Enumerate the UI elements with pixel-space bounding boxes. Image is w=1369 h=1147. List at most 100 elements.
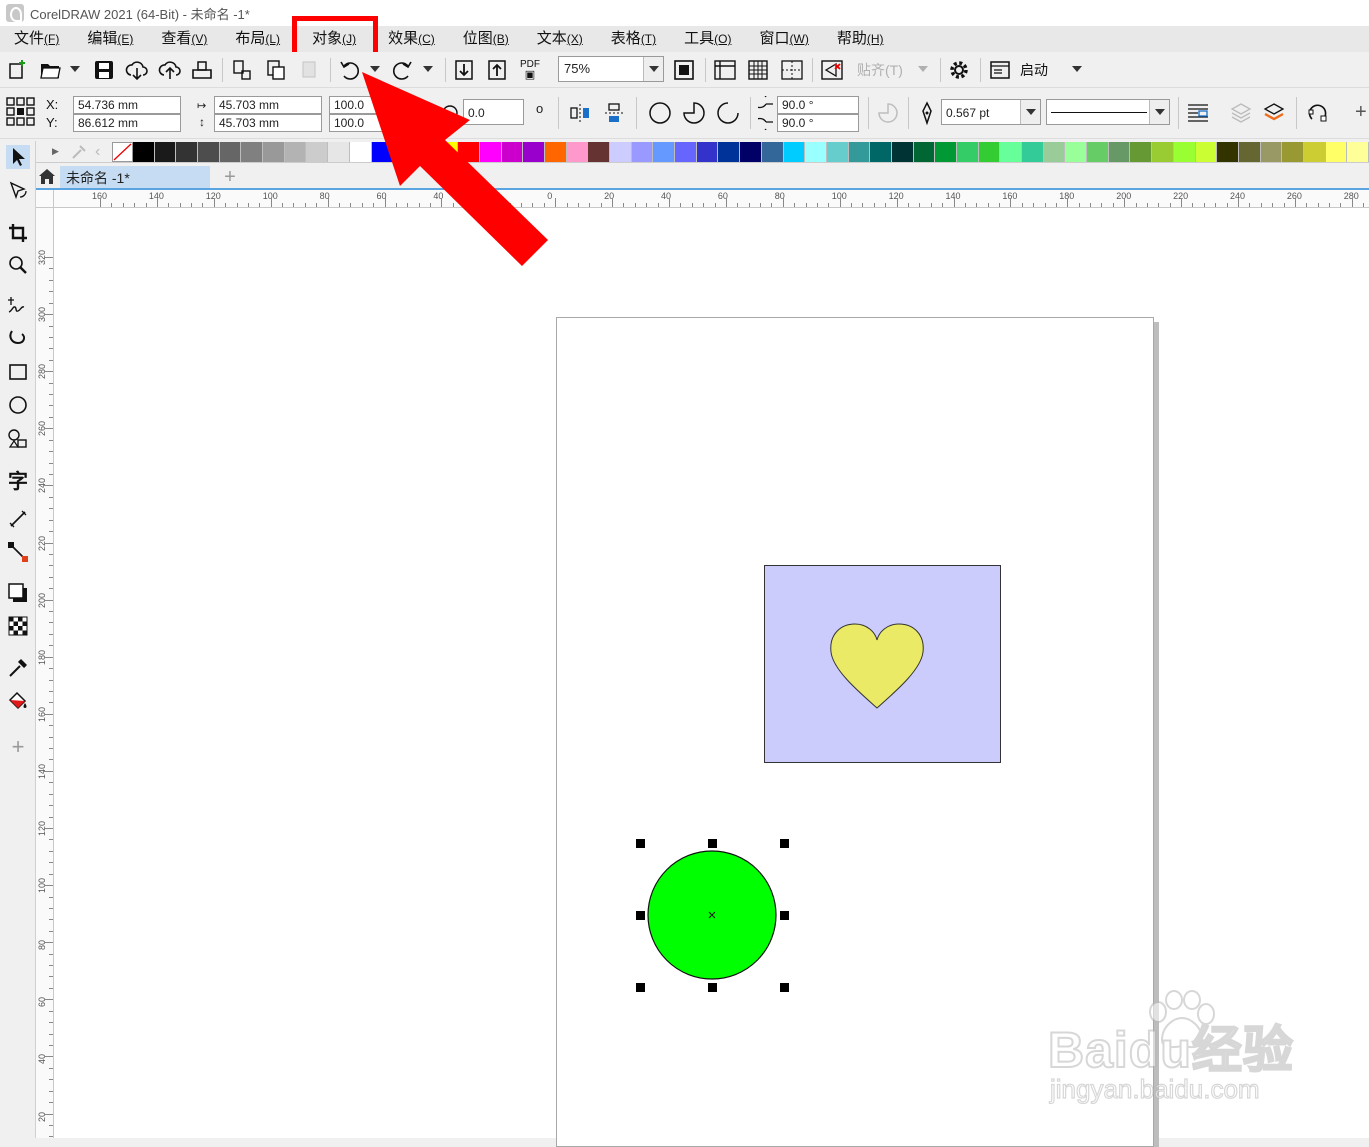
save-icon[interactable] <box>92 58 116 82</box>
launch-label[interactable]: 启动 <box>1020 60 1048 80</box>
ellipse-tool-icon[interactable] <box>6 393 30 417</box>
palette-swatch[interactable] <box>675 142 697 162</box>
menu-view[interactable]: 查看(V) <box>147 26 221 52</box>
line-style-select[interactable] <box>1046 99 1170 125</box>
palette-back-arrow-icon[interactable]: ‹ <box>95 143 100 161</box>
palette-swatch[interactable] <box>1108 142 1131 162</box>
home-icon[interactable] <box>38 168 56 185</box>
selection-handle-top-right[interactable] <box>780 839 789 848</box>
palette-swatch[interactable] <box>718 142 741 162</box>
palette-swatch[interactable] <box>761 142 784 162</box>
palette-swatch[interactable] <box>696 142 719 162</box>
mirror-vertical-icon[interactable] <box>602 101 626 125</box>
palette-swatch[interactable] <box>957 142 979 162</box>
artistic-media-tool-icon[interactable] <box>6 327 30 351</box>
pie-mode-icon[interactable] <box>682 101 706 125</box>
height-field[interactable]: 45.703 mm <box>214 114 322 132</box>
palette-scroll-arrow-icon[interactable]: ▶ <box>52 146 59 157</box>
rectangle-tool-icon[interactable] <box>6 360 30 384</box>
menu-bitmap[interactable]: 位图(B) <box>449 26 523 52</box>
selection-handle-bottom-left[interactable] <box>636 983 645 992</box>
new-document-icon[interactable] <box>6 58 30 82</box>
text-tool-icon[interactable]: 字 <box>6 467 30 493</box>
menu-window[interactable]: 窗口(W) <box>745 26 822 52</box>
palette-swatch[interactable] <box>1260 142 1283 162</box>
open-folder-icon[interactable] <box>38 58 62 82</box>
selection-handle-top[interactable] <box>708 839 717 848</box>
selection-handle-right[interactable] <box>780 911 789 920</box>
palette-swatch[interactable] <box>740 142 762 162</box>
add-tool-icon[interactable]: + <box>6 734 30 759</box>
selection-handle-left[interactable] <box>636 911 645 920</box>
palette-swatch[interactable] <box>154 142 177 162</box>
palette-swatch[interactable] <box>328 142 350 162</box>
palette-swatch[interactable] <box>610 142 632 162</box>
palette-swatch[interactable] <box>913 142 936 162</box>
palette-swatch[interactable] <box>284 142 307 162</box>
palette-swatch[interactable] <box>198 142 220 162</box>
change-direction-icon[interactable] <box>876 101 900 125</box>
palette-swatch[interactable] <box>1022 142 1044 162</box>
palette-swatch[interactable] <box>306 142 329 162</box>
wrap-text-icon[interactable] <box>1186 101 1210 125</box>
palette-swatch[interactable] <box>1173 142 1196 162</box>
palette-swatch[interactable] <box>631 142 654 162</box>
palette-swatch[interactable] <box>1087 142 1109 162</box>
export-icon[interactable] <box>264 58 288 82</box>
snap-dropdown-arrow[interactable] <box>918 66 928 72</box>
outline-width-select[interactable]: 0.567 pt <box>941 99 1041 125</box>
outline-width-dropdown-arrow[interactable] <box>1020 100 1040 124</box>
guidelines-icon[interactable] <box>780 58 804 82</box>
horizontal-ruler[interactable]: 1601401201008060402002040608010012014016… <box>54 190 1369 208</box>
palette-swatch[interactable] <box>176 142 199 162</box>
to-back-icon[interactable] <box>1229 101 1253 125</box>
selection-handle-top-left[interactable] <box>636 839 645 848</box>
palette-swatch[interactable] <box>1282 142 1304 162</box>
zoom-level-select[interactable]: 75% <box>558 56 664 82</box>
rulers-icon[interactable] <box>713 58 737 82</box>
palette-swatch[interactable] <box>848 142 871 162</box>
object-origin-icon[interactable] <box>6 97 36 130</box>
crop-tool-icon[interactable] <box>6 221 30 245</box>
menu-file[interactable]: 文件(F) <box>0 26 73 52</box>
menu-effects[interactable]: 效果(C) <box>374 26 449 52</box>
snap-to-dropdown[interactable]: 贴齐(T) <box>857 60 903 80</box>
convert-to-curves-icon[interactable] <box>1306 101 1330 125</box>
end-angle-field[interactable]: 90.0 ° <box>777 114 859 132</box>
start-angle-field[interactable]: 90.0 ° <box>777 96 859 114</box>
yellow-heart-shape[interactable] <box>829 622 925 710</box>
width-field[interactable]: 45.703 mm <box>214 96 322 114</box>
palette-swatch[interactable] <box>1000 142 1023 162</box>
palette-swatch[interactable] <box>588 142 611 162</box>
parallel-dimension-tool-icon[interactable] <box>6 507 30 531</box>
palette-swatch[interactable] <box>805 142 827 162</box>
palette-swatch[interactable] <box>1347 142 1369 162</box>
green-circle-shape[interactable] <box>646 849 778 981</box>
ruler-corner[interactable] <box>36 190 54 208</box>
menu-edit[interactable]: 编辑(E) <box>73 26 147 52</box>
polygon-tool-icon[interactable] <box>6 427 30 451</box>
to-front-icon[interactable] <box>1262 101 1286 125</box>
palette-eyedropper-icon[interactable] <box>70 143 88 164</box>
palette-swatch[interactable] <box>978 142 1001 162</box>
zoom-dropdown-arrow[interactable] <box>643 57 663 81</box>
paste-disabled-icon[interactable] <box>298 58 322 82</box>
palette-swatch[interactable] <box>219 142 242 162</box>
menu-table[interactable]: 表格(T) <box>597 26 670 52</box>
palette-swatch[interactable] <box>263 142 285 162</box>
palette-swatch[interactable] <box>1043 142 1066 162</box>
shape-tool-icon[interactable] <box>6 179 30 203</box>
palette-swatch[interactable] <box>653 142 676 162</box>
pick-tool-icon[interactable] <box>6 145 30 169</box>
full-screen-icon[interactable] <box>672 58 696 82</box>
palette-swatch[interactable] <box>935 142 957 162</box>
zoom-tool-icon[interactable] <box>6 253 30 277</box>
launch-window-icon[interactable] <box>988 58 1012 82</box>
add-tab-icon[interactable]: + <box>218 166 242 188</box>
selection-handle-bottom[interactable] <box>708 983 717 992</box>
launch-dropdown-arrow[interactable] <box>1072 66 1082 72</box>
arc-mode-icon[interactable] <box>716 101 740 125</box>
menu-text[interactable]: 文本(X) <box>523 26 597 52</box>
palette-swatch[interactable] <box>133 142 155 162</box>
import-icon[interactable] <box>230 58 254 82</box>
